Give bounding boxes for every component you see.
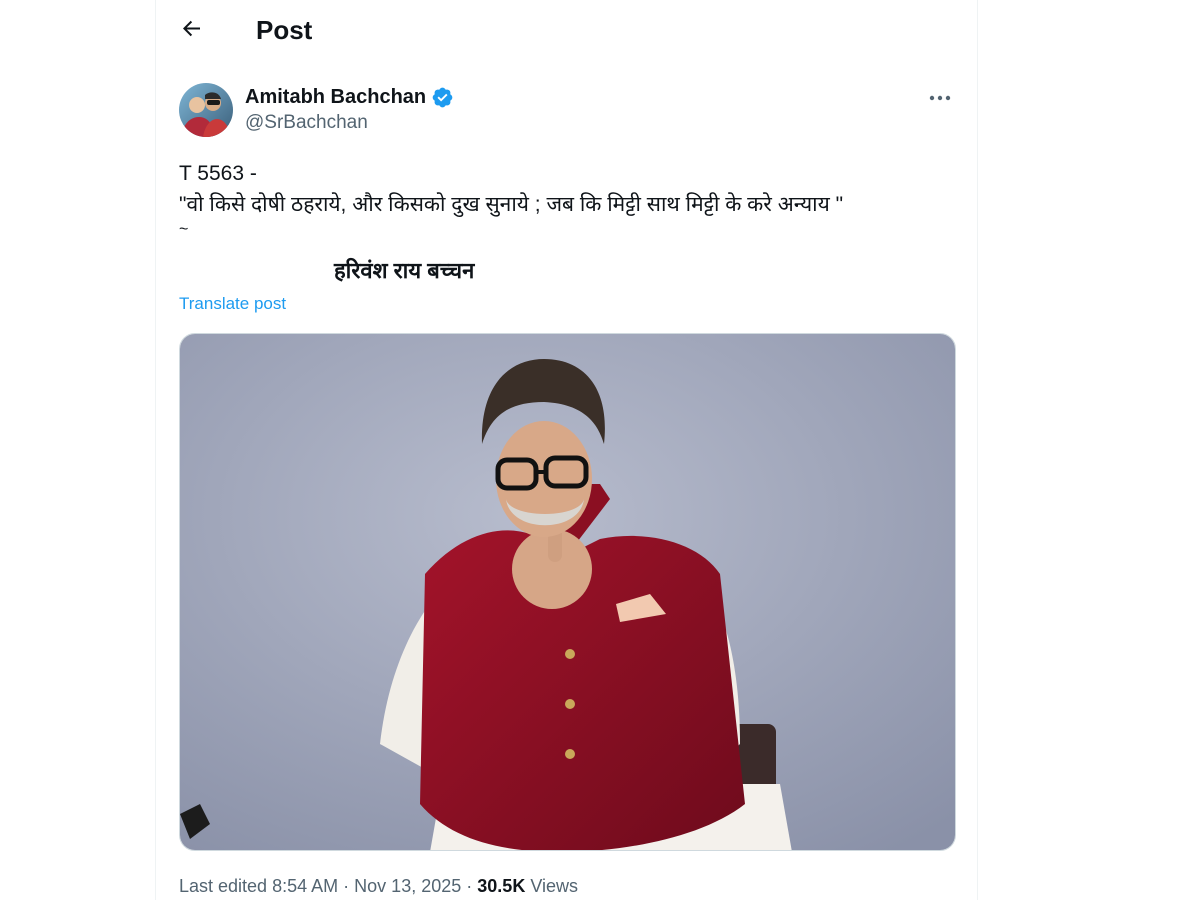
author-handle[interactable]: @SrBachchan	[245, 112, 454, 134]
author-name[interactable]: Amitabh Bachchan	[245, 86, 426, 109]
header: Post	[156, 0, 977, 60]
post-text-line: "वो किसे दोषी ठहराये, और किसको दुख सुनाय…	[179, 193, 844, 216]
translate-post-link[interactable]: Translate post	[179, 294, 286, 314]
post-text-line: ~	[179, 221, 189, 238]
views-label: Views	[530, 876, 579, 896]
meta-separator: ·	[343, 876, 350, 896]
views-count: 30.5K	[477, 876, 526, 896]
post-column: Post Amitabh Bachchan @SrBachchan T 5563…	[155, 0, 978, 900]
post-date[interactable]: Nov 13, 2025	[354, 876, 461, 896]
page: Post Amitabh Bachchan @SrBachchan T 5563…	[0, 0, 1200, 900]
verified-badge-icon	[431, 86, 454, 109]
post-image[interactable]	[179, 333, 956, 851]
more-options-button[interactable]	[923, 84, 957, 110]
back-button[interactable]	[174, 12, 210, 48]
post-meta: Last edited 8:54 AM · Nov 13, 2025 · 30.…	[179, 876, 578, 897]
post-text: T 5563 - "वो किसे दोषी ठहराये, और किसको …	[179, 158, 969, 240]
post-text-line: T 5563 -	[179, 162, 257, 185]
arrow-left-icon	[180, 16, 204, 45]
post-time[interactable]: 8:54 AM	[272, 876, 338, 896]
edited-label[interactable]: Last edited	[179, 876, 267, 896]
author-block: Amitabh Bachchan @SrBachchan	[245, 84, 454, 134]
more-horizontal-icon	[929, 88, 951, 106]
page-title: Post	[256, 15, 313, 45]
meta-separator: ·	[466, 876, 473, 896]
poet-name: हरिवंश राय बच्चन	[334, 258, 475, 283]
avatar[interactable]	[179, 83, 233, 137]
